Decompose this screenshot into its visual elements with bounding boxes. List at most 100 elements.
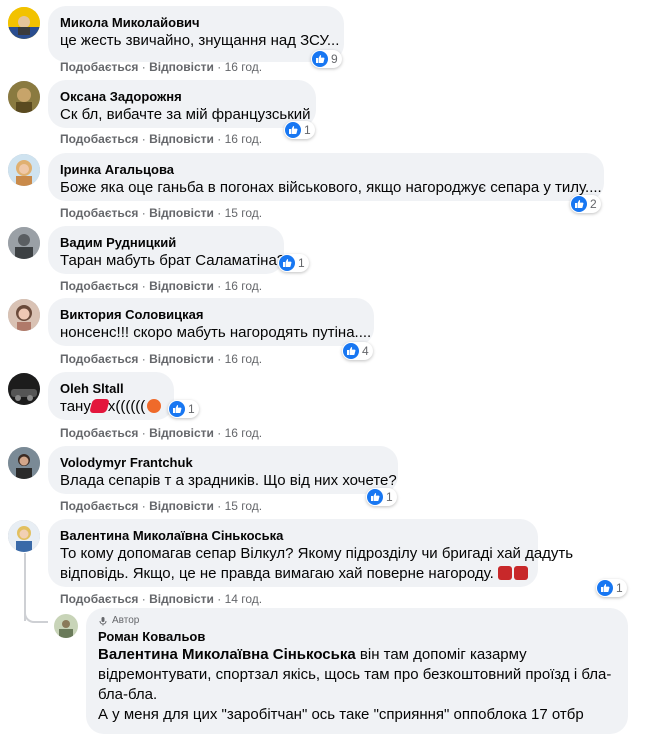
comment-bubble: Валентина Миколаївна Сінькоська То кому … [48,519,574,587]
timestamp[interactable]: 16 год. [225,60,263,74]
avatar[interactable] [8,7,40,39]
reaction-number: 9 [331,52,338,66]
reply-avatar[interactable] [54,614,78,638]
avatar[interactable] [8,154,40,186]
like-link[interactable]: Подобається [60,592,138,606]
comment-text: нонсенс!!! скоро мабуть нагородять путін… [60,324,372,341]
reply-link[interactable]: Відповісти [149,352,214,366]
microphone-icon [99,617,107,626]
comment-bubble: Виктория Соловицкая нонсенс!!! скоро маб… [48,298,374,346]
timestamp[interactable]: 14 год. [225,592,263,606]
reaction-number: 1 [304,123,311,137]
reply-text-line: Валентина Миколаївна Сінькоська він там … [98,646,527,663]
reaction-count[interactable]: 9 [311,50,342,68]
comment-author[interactable]: Іринка Агальцова [60,161,592,178]
comment-author[interactable]: Валентина Миколаївна Сінькоська [60,527,526,544]
comment-bubble: Оксана Задорожня Ск бл, вибачте за мій ф… [48,80,316,128]
reaction-count[interactable]: 1 [168,400,199,418]
comment-text: Боже яка оце ганьба в погонах військовог… [60,179,602,196]
like-link[interactable]: Подобається [60,279,138,293]
timestamp[interactable]: 15 год. [225,206,263,220]
comment-bubble: Микола Миколайович це жесть звичайно, зн… [48,6,344,62]
comment-author[interactable]: Оксана Задорожня [60,88,304,105]
comment-actions: Подобається · Відповісти · 15 год. [60,499,263,513]
comment-text-line: То кому допомагав сепар Вілкул? Якому пі… [60,545,574,562]
comment-bubble: Вадим Рудницкий Таран мабуть брат Салама… [48,226,285,274]
like-link[interactable]: Подобається [60,206,138,220]
reaction-number: 1 [298,256,305,270]
redaction-mark [88,399,110,413]
comment-text: Ск бл, вибачте за мій французський [60,106,311,123]
timestamp[interactable]: 15 год. [225,499,263,513]
reply-text-line: А у меня для цих "заробітчан" ось таке "… [98,706,584,723]
comment-actions: Подобається · Відповісти · 16 год. [60,426,263,440]
reply-text-line: відремонтувати, спортзал якісь, щось там… [98,666,612,683]
like-reaction-icon [597,580,613,596]
author-badge: Автор [98,614,616,628]
like-reaction-icon [367,489,383,505]
like-reaction-icon [285,122,301,138]
avatar[interactable] [8,520,40,552]
reply-link[interactable]: Відповісти [149,60,214,74]
like-link[interactable]: Подобається [60,499,138,513]
timestamp[interactable]: 16 год. [225,426,263,440]
reaction-count[interactable]: 1 [366,488,397,506]
reply-text-line: бла-бла. [98,686,158,703]
reply-bubble: Автор Роман Ковальов Валентина Миколаївн… [86,608,628,734]
reply-link[interactable]: Відповісти [149,279,214,293]
like-link[interactable]: Подобається [60,426,138,440]
comment-text: це жесть звичайно, знущання над ЗСУ... [60,32,340,49]
reply-link[interactable]: Відповісти [149,132,214,146]
avatar[interactable] [8,373,40,405]
reply-thread-curve [24,605,48,623]
reaction-count[interactable]: 1 [284,121,315,139]
reaction-number: 1 [616,581,623,595]
reaction-count[interactable]: 1 [596,579,627,597]
avatar[interactable] [8,447,40,479]
reaction-number: 1 [386,490,393,504]
reply-link[interactable]: Відповісти [149,499,214,513]
comment-author[interactable]: Виктория Соловицкая [60,306,362,323]
reaction-number: 1 [188,402,195,416]
reaction-number: 4 [362,344,369,358]
like-reaction-icon [169,401,185,417]
angry-face-icon [147,399,162,413]
reply-link[interactable]: Відповісти [149,206,214,220]
like-reaction-icon [312,51,328,67]
comment-author[interactable]: Вадим Рудницкий [60,234,272,251]
reaction-count[interactable]: 2 [570,195,601,213]
comment-actions: Подобається · Відповісти · 14 год. [60,592,263,606]
comment-bubble: Oleh Sltall тану х(((((( [48,372,174,420]
comment-author[interactable]: Oleh Sltall [60,380,162,397]
like-reaction-icon [343,343,359,359]
like-link[interactable]: Подобається [60,132,138,146]
comment-actions: Подобається · Відповісти · 16 год. [60,60,263,74]
comment-text-line: відповідь. Якщо, це не правда вимагаю ха… [60,564,528,584]
comment-bubble: Volodymyr Frantchuk Влада сепарів т а зр… [48,446,398,494]
comment-author[interactable]: Микола Миколайович [60,14,332,31]
reaction-count[interactable]: 1 [278,254,309,272]
reaction-count[interactable]: 4 [342,342,373,360]
oni-mask-icon [498,566,512,580]
avatar[interactable] [8,299,40,331]
comment-actions: Подобається · Відповісти · 16 год. [60,279,263,293]
like-reaction-icon [279,255,295,271]
timestamp[interactable]: 16 год. [225,132,263,146]
like-link[interactable]: Подобається [60,60,138,74]
like-link[interactable]: Подобається [60,352,138,366]
reply-author[interactable]: Роман Ковальов [98,628,616,645]
timestamp[interactable]: 16 год. [225,279,263,293]
avatar[interactable] [8,81,40,113]
reply-link[interactable]: Відповісти [149,426,214,440]
oni-mask-icon [514,566,528,580]
comment-actions: Подобається · Відповісти · 16 год. [60,352,263,366]
timestamp[interactable]: 16 год. [225,352,263,366]
comment-actions: Подобається · Відповісти · 16 год. [60,132,263,146]
comment-text: тану х(((((( [60,397,162,417]
reaction-number: 2 [590,197,597,211]
avatar[interactable] [8,227,40,259]
reply-link[interactable]: Відповісти [149,592,214,606]
comment-author[interactable]: Volodymyr Frantchuk [60,454,386,471]
comment-text: Влада сепарів т а зрадників. Що від них … [60,472,397,489]
mention-link[interactable]: Валентина Миколаївна Сінькоська [98,646,356,663]
